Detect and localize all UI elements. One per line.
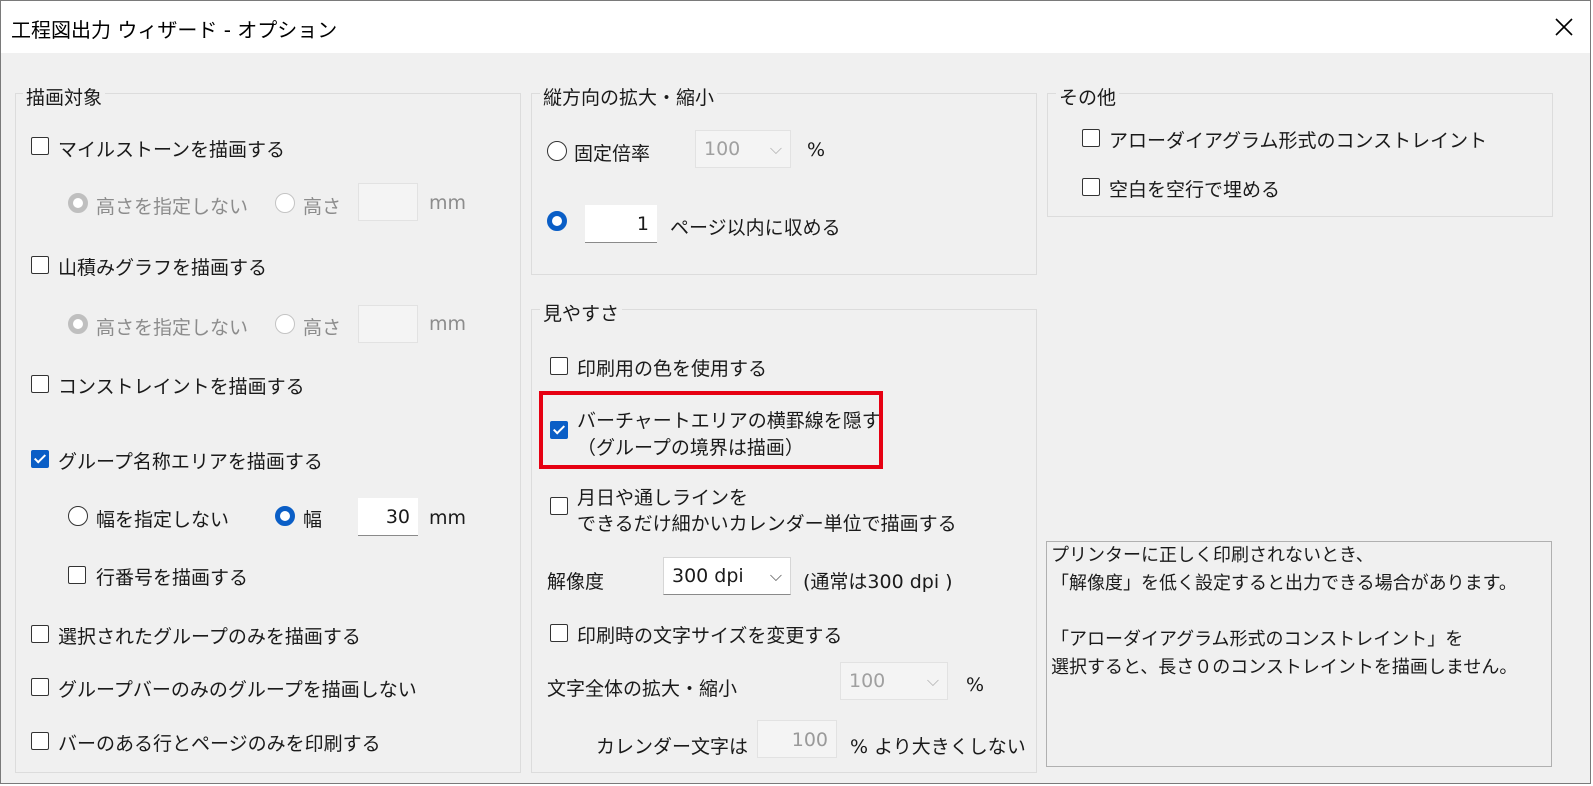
yamazumi-no-height-label: 高さを指定しない	[96, 317, 249, 339]
chevron-down-icon: ⌵	[926, 671, 939, 690]
milestone-checkbox[interactable]	[31, 137, 49, 155]
width-label: 幅	[303, 509, 323, 531]
constraint-checkbox[interactable]	[31, 375, 49, 393]
calendar-unit-label-1: 月日や通しラインを	[577, 487, 749, 509]
bar-rows-only-checkbox[interactable]	[31, 732, 49, 750]
print-colors-label: 印刷用の色を使用する	[577, 358, 768, 380]
yamazumi-height-label: 高さ	[303, 317, 342, 339]
vertical-scale-group	[531, 93, 1037, 275]
calendar-text-label: カレンダー文字は	[596, 736, 749, 758]
text-scale-combo[interactable]: 100 ⌵	[840, 662, 948, 700]
title-bar: 工程図出力 ウィザード - オプション	[1, 1, 1590, 53]
milestone-no-height-label: 高さを指定しない	[96, 196, 249, 218]
resolution-note: (通常は300 dpi )	[803, 571, 953, 593]
group-name-checkbox[interactable]	[31, 450, 49, 468]
fixed-rate-combo[interactable]: 100 ⌵	[695, 130, 791, 168]
info-text-box: プリンターに正しく印刷されないとき、 「解像度」を低く設定すると出力できる場合が…	[1046, 541, 1552, 767]
change-font-checkbox[interactable]	[550, 624, 568, 642]
calendar-text-input[interactable]: 100	[757, 720, 837, 758]
resolution-value: 300 dpi	[672, 565, 744, 587]
yamazumi-label: 山積みグラフを描画する	[58, 257, 268, 279]
info-line: プリンターに正しく印刷されないとき、	[1051, 545, 1374, 566]
fixed-rate-value: 100	[704, 138, 741, 160]
milestone-no-height-radio[interactable]	[68, 193, 88, 213]
no-width-label: 幅を指定しない	[96, 509, 230, 531]
fixed-rate-label: 固定倍率	[574, 143, 651, 165]
width-input[interactable]: 30	[358, 498, 418, 536]
print-colors-checkbox[interactable]	[550, 357, 568, 375]
milestone-height-label: 高さ	[303, 196, 342, 218]
milestone-unit: mm	[429, 192, 467, 214]
selected-only-checkbox[interactable]	[31, 625, 49, 643]
group-name-label: グループ名称エリアを描画する	[58, 451, 323, 473]
draw-targets-label: 描画対象	[23, 83, 106, 110]
info-line: 「解像度」を低く設定すると出力できる場合があります。	[1051, 573, 1517, 594]
fill-blank-label: 空白を空行で埋める	[1109, 179, 1281, 201]
constraint-label: コンストレイントを描画する	[58, 376, 305, 398]
arrow-diagram-checkbox[interactable]	[1082, 129, 1100, 147]
pages-label: ページ以内に収める	[670, 217, 841, 239]
info-line: 選択すると、長さ０のコンストレイントを描画しません。	[1051, 657, 1518, 678]
vertical-scale-label: 縦方向の拡大・縮小	[540, 83, 718, 110]
yamazumi-checkbox[interactable]	[31, 256, 49, 274]
window-title: 工程図出力 ウィザード - オプション	[11, 18, 338, 42]
calendar-text-suffix: % より大きくしない	[850, 736, 1026, 758]
options-dialog: 工程図出力 ウィザード - オプション 描画対象 マイルストーンを描画する 高さ…	[0, 0, 1591, 784]
highlight-frame	[539, 391, 883, 469]
width-unit: mm	[429, 507, 467, 529]
row-number-checkbox[interactable]	[68, 566, 86, 584]
arrow-diagram-label: アローダイアグラム形式のコンストレイント	[1109, 130, 1488, 152]
close-button[interactable]	[1538, 1, 1590, 53]
change-font-label: 印刷時の文字サイズを変更する	[577, 625, 843, 647]
chevron-down-icon: ⌵	[769, 566, 782, 585]
pages-input[interactable]: 1	[585, 205, 657, 243]
calendar-unit-checkbox[interactable]	[550, 497, 568, 515]
info-line	[1051, 598, 1547, 626]
milestone-height-radio[interactable]	[275, 193, 295, 213]
other-label: その他	[1056, 83, 1120, 110]
no-width-radio[interactable]	[68, 506, 88, 526]
text-scale-percent: %	[966, 674, 985, 696]
milestone-label: マイルストーンを描画する	[58, 139, 286, 161]
no-group-bar-only-checkbox[interactable]	[31, 678, 49, 696]
resolution-combo[interactable]: 300 dpi ⌵	[663, 557, 791, 595]
no-group-bar-only-label: グループバーのみのグループを描画しない	[58, 679, 417, 701]
fixed-rate-radio[interactable]	[547, 141, 567, 161]
yamazumi-no-height-radio[interactable]	[68, 314, 88, 334]
close-icon	[1555, 18, 1573, 36]
width-radio[interactable]	[275, 506, 295, 526]
info-line: 「アローダイアグラム形式のコンストレイント」を	[1051, 629, 1464, 650]
selected-only-label: 選択されたグループのみを描画する	[58, 626, 361, 648]
fixed-rate-percent: %	[807, 139, 826, 161]
row-number-label: 行番号を描画する	[96, 567, 249, 589]
milestone-height-input[interactable]	[358, 183, 418, 221]
text-scale-value: 100	[849, 670, 886, 692]
text-scale-label: 文字全体の拡大・縮小	[547, 678, 738, 700]
yamazumi-height-radio[interactable]	[275, 314, 295, 334]
calendar-unit-label-2: できるだけ細かいカレンダー単位で描画する	[577, 513, 957, 535]
fit-pages-radio[interactable]	[547, 211, 567, 231]
chevron-down-icon: ⌵	[769, 139, 782, 158]
readability-label: 見やすさ	[540, 299, 623, 326]
yamazumi-height-input[interactable]	[358, 305, 418, 343]
fill-blank-checkbox[interactable]	[1082, 178, 1100, 196]
yamazumi-unit: mm	[429, 313, 467, 335]
resolution-label: 解像度	[547, 571, 605, 593]
bar-rows-only-label: バーのある行とページのみを印刷する	[58, 733, 381, 755]
